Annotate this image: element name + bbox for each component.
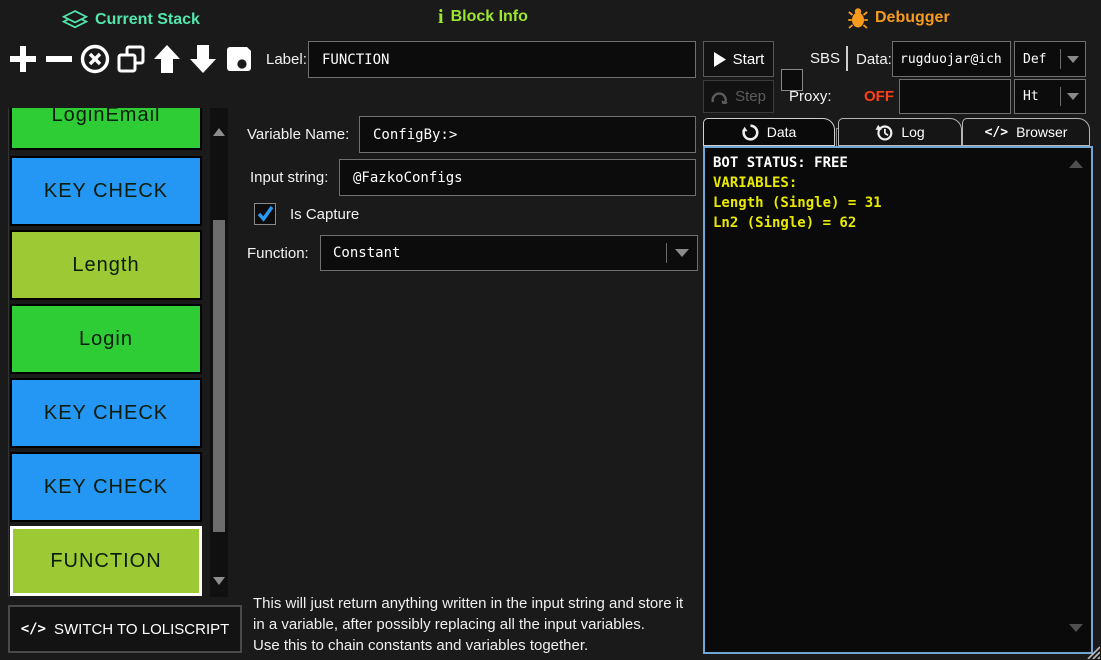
function-label: Function: bbox=[247, 245, 309, 262]
delete-icon bbox=[79, 43, 111, 75]
stack-block-length[interactable]: Length bbox=[10, 230, 202, 300]
remove-icon bbox=[43, 43, 75, 75]
stack-block-keycheck-2[interactable]: KEY CHECK bbox=[10, 378, 202, 448]
stack-toolbar bbox=[6, 40, 256, 78]
config-editor-window: Current Stack i Block Info Debugger bbox=[0, 0, 1101, 660]
input-string-label: Input string: bbox=[250, 169, 328, 186]
current-stack-header: Current Stack bbox=[62, 8, 200, 32]
clone-icon bbox=[115, 43, 147, 75]
start-button[interactable]: Start bbox=[703, 41, 774, 77]
proxy-input[interactable] bbox=[899, 79, 1011, 114]
block-info-header: i Block Info bbox=[438, 8, 528, 26]
proxy-status: OFF bbox=[864, 88, 894, 105]
output-line-ln2: Ln2 (Single) = 62 bbox=[713, 213, 1083, 233]
debugger-header: Debugger bbox=[848, 7, 950, 29]
wordlist-type-dropdown[interactable]: Def bbox=[1014, 41, 1086, 77]
current-stack-title: Current Stack bbox=[95, 11, 200, 29]
play-icon bbox=[713, 52, 726, 67]
resize-grip[interactable] bbox=[1086, 645, 1100, 659]
description-line: in a variable, after possibly replacing … bbox=[253, 614, 699, 635]
output-line-variables: VARIABLES: bbox=[713, 173, 1083, 193]
delete-block-button[interactable] bbox=[78, 40, 112, 78]
function-dropdown[interactable]: Constant bbox=[320, 235, 698, 271]
scroll-down-icon[interactable] bbox=[213, 577, 225, 585]
debugger-output[interactable]: BOT STATUS: FREE VARIABLES: Length (Sing… bbox=[703, 146, 1093, 654]
description-line: This will just return anything written i… bbox=[253, 593, 699, 614]
label-input[interactable]: FUNCTION bbox=[308, 41, 696, 78]
step-button[interactable]: Step bbox=[703, 80, 774, 113]
stack-block-keycheck-1[interactable]: KEY CHECK bbox=[10, 156, 202, 226]
output-line-bot-status: BOT STATUS: FREE bbox=[713, 153, 1083, 173]
history-icon bbox=[875, 124, 893, 141]
wordlist-type-value: Def bbox=[1015, 52, 1060, 67]
label-field-label: Label: bbox=[266, 51, 307, 68]
tab-log-label: Log bbox=[901, 124, 924, 140]
tab-browser-label: Browser bbox=[1016, 124, 1067, 140]
clone-block-button[interactable] bbox=[114, 40, 148, 78]
proxy-type-dropdown[interactable]: Ht bbox=[1014, 79, 1086, 114]
remove-block-button[interactable] bbox=[42, 40, 76, 78]
proxy-label: Proxy: bbox=[789, 88, 832, 105]
block-info-title: Block Info bbox=[451, 8, 528, 26]
data-input[interactable]: rugduojar@ich bbox=[892, 41, 1011, 77]
code-icon: </> bbox=[21, 621, 46, 637]
scroll-up-icon[interactable] bbox=[213, 128, 225, 136]
code-icon: </> bbox=[985, 125, 1008, 140]
add-block-button[interactable] bbox=[6, 40, 40, 78]
chevron-down-icon bbox=[1061, 93, 1085, 100]
stack-block-keycheck-3[interactable]: KEY CHECK bbox=[10, 452, 202, 522]
switch-button-label: SWITCH TO LOLISCRIPT bbox=[54, 621, 229, 638]
variable-name-label: Variable Name: bbox=[247, 126, 349, 143]
stack-block-function-selected[interactable]: FUNCTION bbox=[10, 526, 202, 596]
tab-log[interactable]: Log bbox=[838, 118, 962, 146]
save-button[interactable] bbox=[222, 40, 256, 78]
input-string-input[interactable]: @FazkoConfigs bbox=[339, 159, 696, 196]
move-up-icon bbox=[152, 43, 182, 75]
output-line-length: Length (Single) = 31 bbox=[713, 193, 1083, 213]
stack-scrollbar-thumb[interactable] bbox=[213, 220, 225, 532]
tab-browser[interactable]: </> Browser bbox=[962, 118, 1090, 146]
is-capture-checkbox[interactable] bbox=[254, 203, 276, 225]
sbs-label: SBS bbox=[810, 50, 840, 67]
stack-list: LoginEmail KEY CHECK Length Login KEY CH… bbox=[8, 108, 203, 597]
bug-icon bbox=[848, 7, 868, 29]
output-scroll-down-icon[interactable] bbox=[1069, 624, 1083, 632]
stack-scrollbar[interactable] bbox=[210, 108, 228, 597]
function-dropdown-value: Constant bbox=[321, 245, 666, 261]
block-description: This will just return anything written i… bbox=[253, 593, 699, 656]
switch-to-loliscript-button[interactable]: </> SWITCH TO LOLISCRIPT bbox=[8, 605, 242, 653]
data-label: Data: bbox=[856, 51, 892, 68]
stack-icon bbox=[62, 8, 88, 32]
step-icon bbox=[711, 90, 728, 104]
chevron-down-icon bbox=[667, 249, 697, 257]
info-icon: i bbox=[438, 8, 444, 26]
proxy-type-value: Ht bbox=[1015, 89, 1060, 104]
save-icon bbox=[223, 43, 255, 75]
refresh-icon bbox=[742, 124, 759, 141]
stack-block-loginemail[interactable]: LoginEmail bbox=[10, 108, 202, 150]
check-icon bbox=[254, 202, 276, 224]
divider bbox=[846, 46, 848, 71]
debugger-title: Debugger bbox=[875, 9, 950, 27]
move-down-icon bbox=[188, 43, 218, 75]
description-line: Use this to chain constants and variable… bbox=[253, 635, 699, 656]
move-down-button[interactable] bbox=[186, 40, 220, 78]
chevron-down-icon bbox=[1061, 56, 1085, 63]
output-scroll-up-icon[interactable] bbox=[1069, 160, 1083, 168]
tab-data[interactable]: Data bbox=[703, 118, 835, 146]
is-capture-label: Is Capture bbox=[290, 206, 359, 223]
start-button-label: Start bbox=[733, 51, 765, 68]
step-button-label: Step bbox=[735, 88, 766, 105]
move-up-button[interactable] bbox=[150, 40, 184, 78]
add-icon bbox=[7, 43, 39, 75]
stack-block-login[interactable]: Login bbox=[10, 304, 202, 374]
variable-name-input[interactable]: ConfigBy:> bbox=[359, 116, 696, 153]
tab-data-label: Data bbox=[767, 124, 797, 140]
